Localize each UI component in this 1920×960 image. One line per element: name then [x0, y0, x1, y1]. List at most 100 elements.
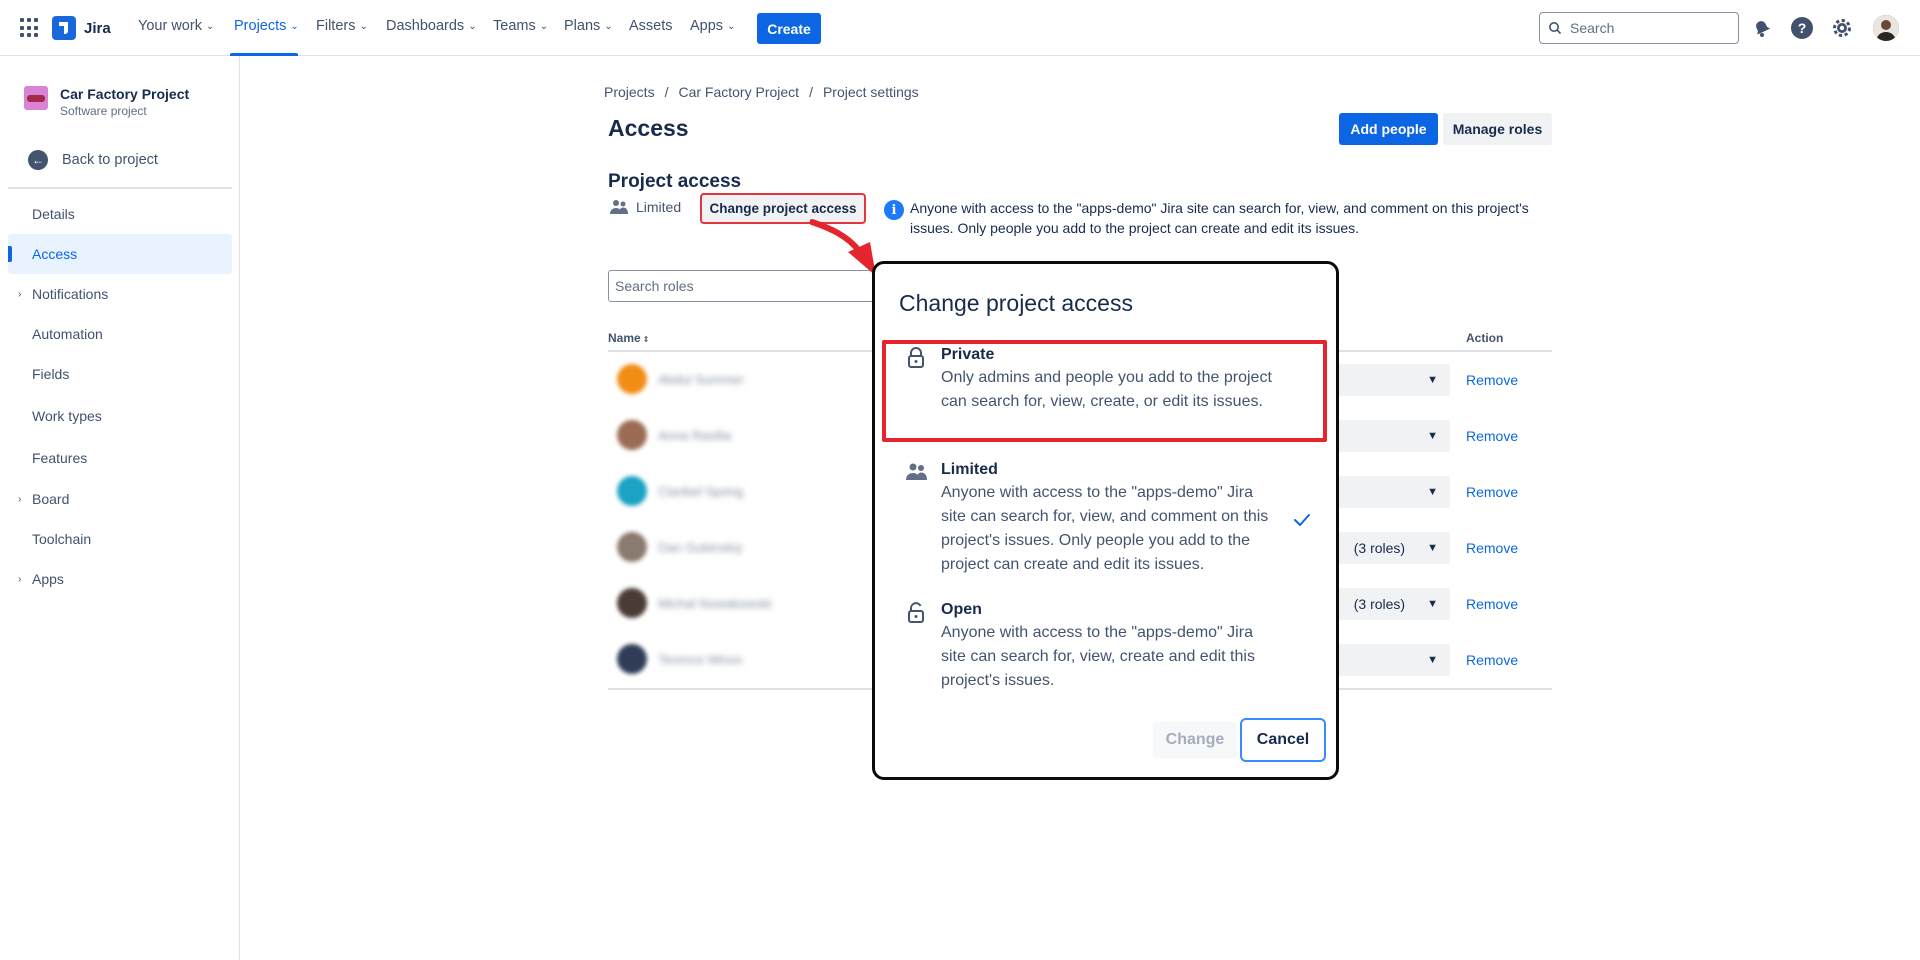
search-icon [1549, 22, 1562, 35]
jira-logo-icon [52, 16, 76, 40]
sidebar-item-apps[interactable]: › Apps [8, 559, 232, 599]
annotation-highlight [882, 340, 1327, 442]
role-select[interactable]: (3 roles) ▼ [1338, 588, 1450, 620]
change-button[interactable]: Change [1153, 722, 1237, 758]
member-name: Anna Rasilia [658, 428, 731, 443]
nav-teams[interactable]: Teams ⌄ [493, 18, 548, 34]
settings-gear-icon[interactable] [1831, 17, 1853, 39]
logo-text: Jira [84, 19, 111, 37]
jira-logo[interactable]: Jira [52, 16, 111, 40]
remove-member-link[interactable]: Remove [1466, 428, 1518, 444]
access-info-text: Anyone with access to the "apps-demo" Ji… [910, 200, 1529, 236]
option-description: Anyone with access to the "apps-demo" Ji… [941, 624, 1255, 689]
remove-member-link[interactable]: Remove [1466, 372, 1518, 388]
option-label: Open [941, 601, 982, 618]
change-project-access-dialog: Change project access Private Only admin… [872, 261, 1339, 780]
chevron-down-icon: ⌄ [359, 20, 368, 32]
sidebar-item-work-types[interactable]: Work types [8, 396, 232, 436]
project-name: Car Factory Project [60, 86, 190, 102]
option-description: Anyone with access to the "apps-demo" Ji… [941, 484, 1269, 573]
nav-dashboards[interactable]: Dashboards ⌄ [386, 18, 477, 34]
project-type: Software project [60, 104, 147, 118]
sidebar-item-access[interactable]: Access [8, 234, 232, 274]
member-name: Terence Minos [658, 652, 743, 667]
global-search[interactable] [1539, 12, 1739, 44]
page-title: Access [608, 115, 689, 141]
project-header[interactable]: Car Factory Project Software project [24, 86, 189, 118]
chevron-down-icon: ⌄ [727, 20, 736, 32]
access-level-label: Limited [636, 199, 682, 215]
annotation-arrow-icon [810, 219, 876, 276]
access-option-limited[interactable]: Limited Anyone with access to the "apps-… [941, 461, 1281, 577]
remove-member-link[interactable]: Remove [1466, 596, 1518, 612]
breadcrumb-projects[interactable]: Projects [604, 84, 655, 100]
chevron-down-icon: ▼ [1427, 486, 1438, 498]
arrow-left-icon: ← [28, 150, 48, 170]
breadcrumb: Projects / Car Factory Project / Project… [604, 84, 919, 100]
nav-projects[interactable]: Projects ⌄ [234, 18, 299, 34]
nav-plans[interactable]: Plans ⌄ [564, 18, 613, 34]
sidebar-item-features[interactable]: Features [8, 438, 232, 478]
access-option-open[interactable]: Open Anyone with access to the "apps-dem… [941, 601, 1281, 693]
role-select[interactable]: (3 roles) ▼ [1338, 532, 1450, 564]
checkmark-icon [1294, 514, 1310, 526]
nav-assets[interactable]: Assets [629, 18, 673, 34]
chevron-down-icon: ⌄ [604, 20, 613, 32]
sidebar-item-details[interactable]: Details [8, 194, 232, 234]
nav-your-work[interactable]: Your work ⌄ [138, 18, 214, 34]
avatar [617, 588, 647, 618]
chevron-down-icon: ▼ [1427, 374, 1438, 386]
active-nav-indicator [230, 53, 298, 56]
top-navigation: Jira Your work ⌄ Projects ⌄ Filters ⌄ Dashb… [0, 0, 1920, 56]
role-select[interactable]: ▼ [1338, 364, 1450, 396]
avatar [617, 364, 647, 394]
help-icon[interactable]: ? [1791, 17, 1813, 39]
search-input[interactable] [1570, 20, 1730, 36]
nav-apps[interactable]: Apps ⌄ [690, 18, 735, 34]
user-avatar[interactable] [1873, 15, 1899, 41]
back-to-project-label: Back to project [62, 152, 158, 168]
project-avatar-icon [24, 86, 48, 110]
member-name: Abdul Summer [658, 372, 744, 387]
breadcrumb-settings[interactable]: Project settings [823, 84, 919, 100]
cancel-button[interactable]: Cancel [1240, 718, 1326, 762]
remove-member-link[interactable]: Remove [1466, 484, 1518, 500]
role-select[interactable]: ▼ [1338, 420, 1450, 452]
add-people-button[interactable]: Add people [1339, 113, 1438, 145]
info-icon: i [884, 200, 904, 220]
chevron-down-icon: ▼ [1427, 598, 1438, 610]
chevron-down-icon: ⌄ [205, 20, 215, 32]
remove-member-link[interactable]: Remove [1466, 652, 1518, 668]
column-header-action: Action [1466, 331, 1504, 345]
column-header-name[interactable]: Name ⇕ [608, 331, 649, 345]
sidebar-item-fields[interactable]: Fields [8, 354, 232, 394]
sidebar-item-board[interactable]: › Board [8, 479, 232, 519]
chevron-down-icon: ⌄ [539, 20, 549, 32]
chevron-right-icon: › [18, 573, 22, 585]
nav-filters[interactable]: Filters ⌄ [316, 18, 368, 34]
manage-roles-button[interactable]: Manage roles [1443, 113, 1552, 145]
notifications-icon[interactable] [1751, 17, 1773, 39]
chevron-down-icon: ⌄ [468, 20, 477, 32]
app-switcher-icon[interactable] [20, 18, 40, 38]
sidebar-item-notifications[interactable]: › Notifications [8, 274, 232, 314]
chevron-down-icon: ▼ [1427, 430, 1438, 442]
role-select[interactable]: ▼ [1338, 476, 1450, 508]
sort-icon: ⇕ [642, 335, 650, 344]
member-name: Dan Gubinskiy [658, 540, 743, 555]
sidebar-item-automation[interactable]: Automation [8, 314, 232, 354]
dialog-title: Change project access [899, 290, 1133, 316]
create-button[interactable]: Create [757, 13, 821, 44]
back-to-project-link[interactable]: ← Back to project [28, 150, 158, 170]
chevron-down-icon: ▼ [1427, 654, 1438, 666]
people-icon [906, 463, 927, 480]
chevron-right-icon: › [18, 493, 22, 505]
option-label: Limited [941, 461, 998, 478]
sidebar-item-toolchain[interactable]: Toolchain [8, 519, 232, 559]
remove-member-link[interactable]: Remove [1466, 540, 1518, 556]
breadcrumb-project[interactable]: Car Factory Project [678, 84, 799, 100]
access-level-status: Limited [610, 199, 681, 215]
role-select[interactable]: ▼ [1338, 644, 1450, 676]
member-name: Claribel Spring [658, 484, 744, 499]
project-sidebar: Car Factory Project Software project ← B… [0, 56, 240, 960]
